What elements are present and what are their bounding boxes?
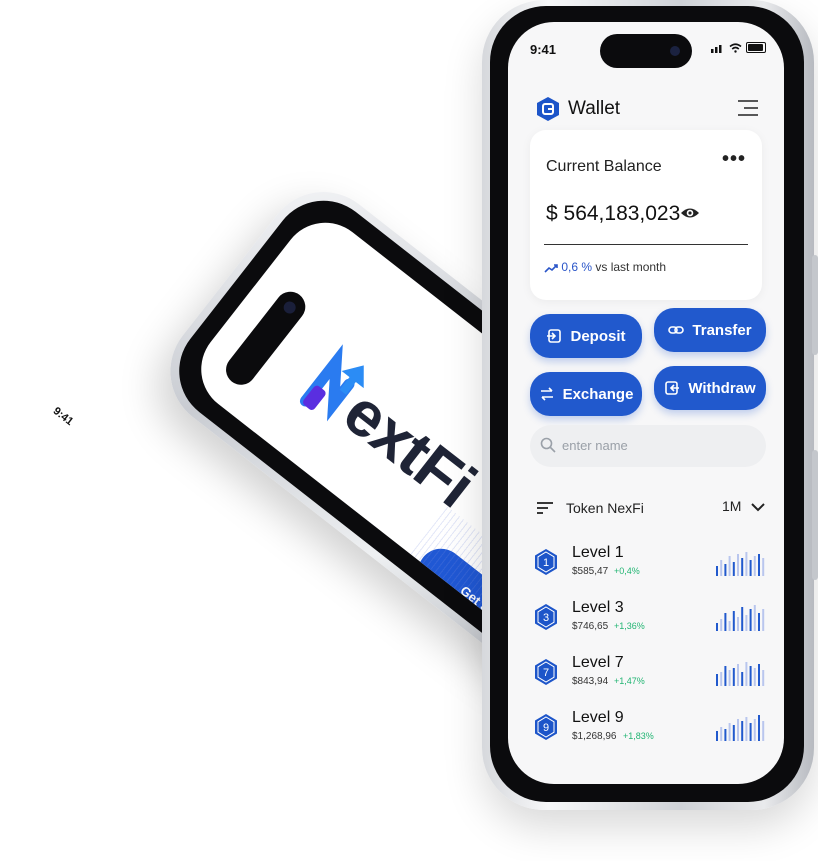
menu-icon[interactable] — [736, 98, 760, 118]
list-item[interactable]: 1 Level 1 $585,47 +0,4% — [530, 544, 766, 584]
more-options-icon[interactable]: ••• — [722, 148, 746, 171]
balance-amount: $ 564,183,023 — [546, 202, 681, 225]
level-badge-icon: 7 — [535, 659, 557, 685]
token-section-header: Token NexFi 1M — [536, 496, 766, 520]
deposit-button[interactable]: Deposit — [530, 314, 642, 358]
withdraw-icon — [665, 381, 680, 395]
status-time: 9:41 — [530, 42, 557, 57]
link-icon — [668, 326, 685, 334]
level-price: $1,268,96 — [572, 731, 617, 742]
balance-trend: 0,6 % vs last month — [544, 260, 666, 274]
back-status-time: 9:41 — [50, 405, 76, 429]
level-change: +1,47% — [614, 676, 645, 686]
exchange-icon — [540, 387, 553, 401]
level-badge-icon: 3 — [535, 604, 557, 630]
wallet-logo-icon — [537, 97, 559, 121]
side-button — [812, 450, 818, 580]
status-icons — [711, 42, 766, 53]
exchange-label: Exchange — [562, 385, 634, 403]
level-name: Level 9 — [572, 709, 624, 726]
page-title: Wallet — [568, 98, 621, 119]
list-item[interactable]: 9 Level 9 $1,268,96 +1,83% — [530, 709, 766, 749]
side-button — [812, 255, 818, 355]
deposit-label: Deposit — [570, 327, 626, 345]
search-input[interactable]: enter name — [530, 425, 766, 467]
divider — [544, 244, 748, 245]
balance-label: Current Balance — [546, 158, 662, 175]
back-dynamic-island — [219, 285, 312, 391]
list-item[interactable]: 3 Level 3 $746,65 +1,36% — [530, 599, 766, 639]
transfer-button[interactable]: Transfer — [654, 308, 766, 352]
sparkline-chart — [716, 552, 765, 576]
transfer-label: Transfer — [692, 321, 752, 339]
exchange-button[interactable]: Exchange — [530, 372, 642, 416]
level-price: $843,94 — [572, 676, 609, 687]
level-name: Level 3 — [572, 599, 624, 616]
sort-icon[interactable] — [536, 500, 554, 516]
level-number: 7 — [543, 667, 549, 679]
search-placeholder: enter name — [562, 438, 628, 453]
trend-up-icon — [544, 264, 558, 273]
trend-text: vs last month — [595, 260, 667, 274]
level-change: +1,83% — [623, 731, 654, 741]
front-phone-bezel: 9:41 Wallet Current Balance ••• $ 564,18… — [490, 6, 804, 802]
list-item[interactable]: 7 Level 7 $843,94 +1,47% — [530, 654, 766, 694]
front-phone: 9:41 Wallet Current Balance ••• $ 564,18… — [482, 0, 818, 810]
wifi-icon — [729, 42, 742, 53]
battery-icon — [746, 42, 766, 53]
level-price: $746,65 — [572, 621, 609, 632]
front-phone-screen: 9:41 Wallet Current Balance ••• $ 564,18… — [508, 22, 784, 784]
withdraw-button[interactable]: Withdraw — [654, 366, 766, 410]
sparkline-chart — [716, 662, 765, 686]
level-price: $585,47 — [572, 566, 609, 577]
level-number: 1 — [543, 557, 549, 569]
sparkline-chart — [716, 715, 765, 741]
level-number: 9 — [543, 722, 549, 734]
level-number: 3 — [543, 612, 549, 624]
dynamic-island — [600, 34, 692, 68]
withdraw-label: Withdraw — [688, 379, 756, 397]
search-icon — [540, 437, 556, 453]
trend-percent: 0,6 % — [561, 260, 593, 274]
level-name: Level 7 — [572, 654, 624, 671]
deposit-icon — [547, 329, 562, 343]
level-change: +1,36% — [614, 621, 645, 631]
period-selector[interactable]: 1M — [722, 498, 741, 514]
balance-card: Current Balance ••• $ 564,183,023 0,6 % … — [530, 130, 762, 300]
app-header: Wallet — [530, 94, 764, 124]
chevron-down-icon[interactable] — [750, 500, 766, 514]
token-title: Token NexFi — [566, 500, 644, 516]
level-badge-icon: 9 — [535, 714, 557, 740]
level-change: +0,4% — [614, 566, 640, 576]
eye-icon[interactable] — [680, 204, 700, 222]
signal-icon — [711, 44, 722, 53]
level-badge-icon: 1 — [535, 549, 557, 575]
sparkline-chart — [716, 605, 765, 631]
level-name: Level 1 — [572, 544, 624, 561]
